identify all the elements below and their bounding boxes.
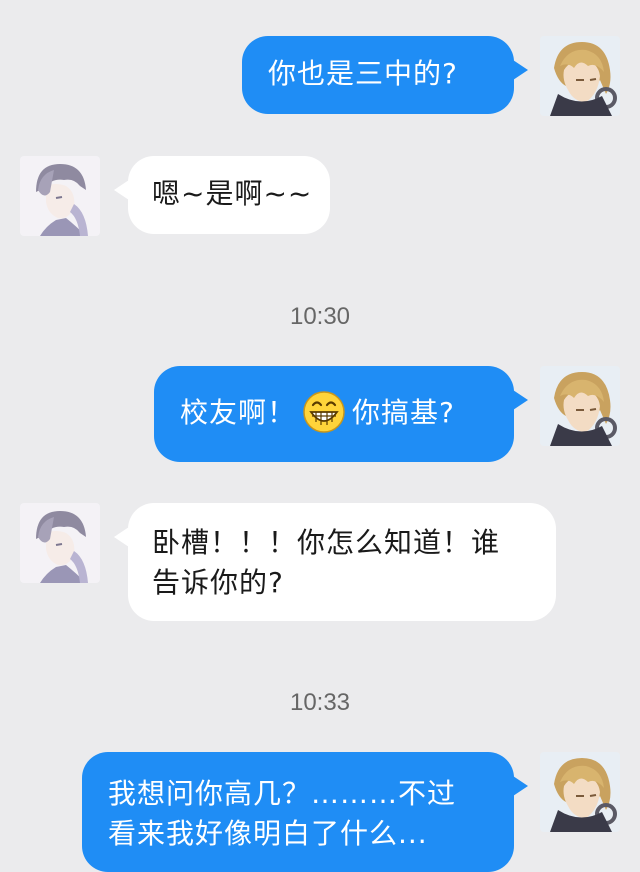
bubble-tail xyxy=(510,774,528,798)
message-text-part: 你搞基? xyxy=(352,396,455,429)
sender-avatar[interactable] xyxy=(540,366,620,446)
grey-hair-anime-avatar-icon xyxy=(20,156,100,236)
blond-anime-boy-avatar-icon xyxy=(540,36,620,116)
message-text-line: 我想问你高几？………不过 xyxy=(108,777,457,810)
message-bubble-incoming[interactable]: 卧槽！！！你怎么知道！谁 告诉你的? xyxy=(114,503,556,621)
message-bubble-outgoing[interactable]: 我想问你高几？………不过 看来我好像明白了什么... xyxy=(82,752,528,872)
receiver-avatar[interactable] xyxy=(20,156,100,236)
blond-anime-boy-avatar-icon xyxy=(540,752,620,832)
message-text-line: 卧槽！！！你怎么知道！谁 xyxy=(152,526,501,559)
chat-area: 你也是三中的? 嗯~是啊~~ 10:30 校友啊！ 你搞基? 卧槽！！！你怎么知… xyxy=(0,0,640,872)
bubble-tail xyxy=(114,178,132,202)
message-text: 嗯~是啊~~ xyxy=(152,177,313,210)
message-timestamp: 10:33 xyxy=(289,689,351,716)
message-timestamp: 10:30 xyxy=(289,303,351,330)
receiver-avatar[interactable] xyxy=(20,503,100,583)
sender-avatar[interactable] xyxy=(540,752,620,832)
grinning-face-emoji-icon xyxy=(302,390,346,434)
blond-anime-boy-avatar-icon xyxy=(540,366,620,446)
bubble-tail xyxy=(114,525,132,549)
grey-hair-anime-avatar-icon xyxy=(20,503,100,583)
message-text-line: 告诉你的? xyxy=(152,566,284,599)
bubble-tail xyxy=(510,58,528,82)
message-text: 你也是三中的? xyxy=(268,57,458,90)
message-bubble-incoming[interactable]: 嗯~是啊~~ xyxy=(114,156,330,234)
message-text-part: 校友啊！ xyxy=(180,396,297,429)
sender-avatar[interactable] xyxy=(540,36,620,116)
message-bubble-outgoing[interactable]: 你也是三中的? xyxy=(242,36,528,114)
message-text-line: 看来我好像明白了什么... xyxy=(108,817,428,850)
bubble-tail xyxy=(510,388,528,412)
message-bubble-outgoing[interactable]: 校友啊！ 你搞基? xyxy=(154,366,528,462)
